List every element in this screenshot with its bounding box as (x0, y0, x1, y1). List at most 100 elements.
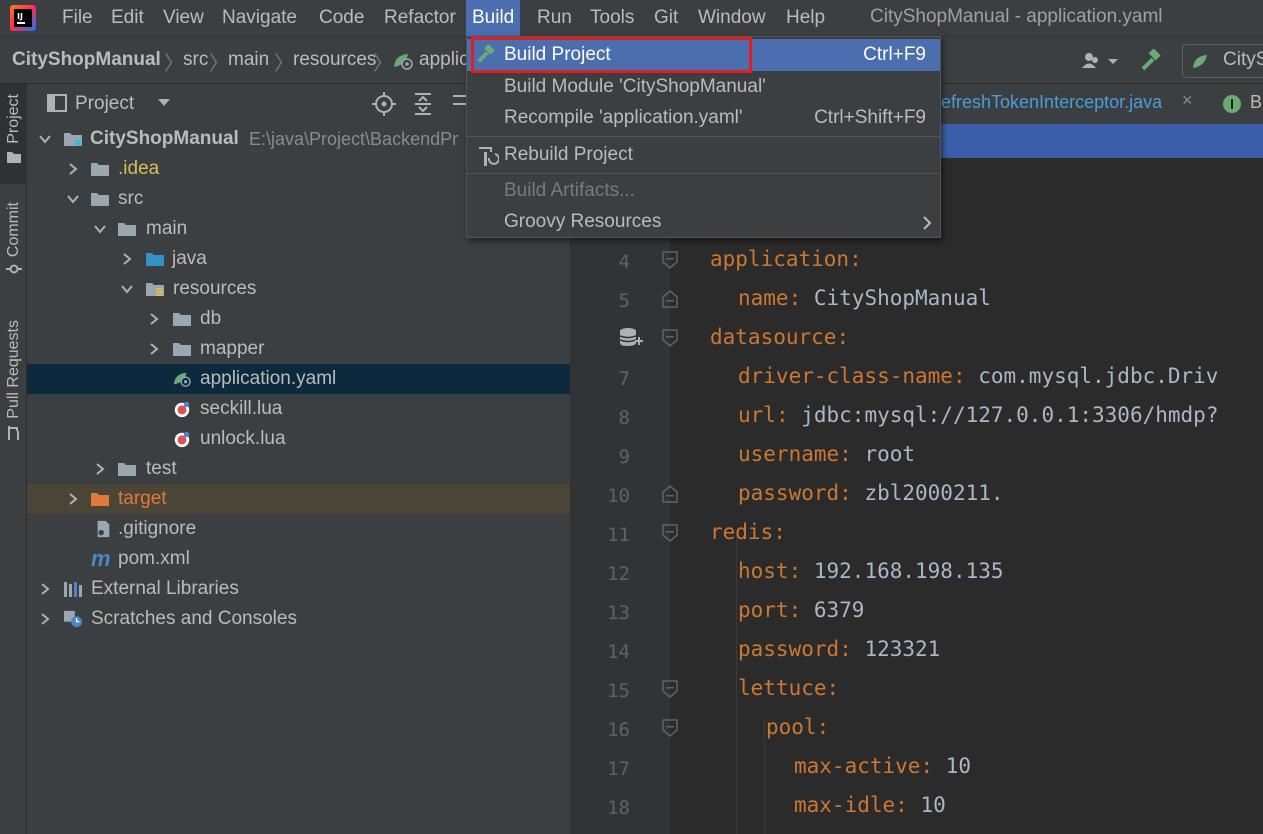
project-panel-title[interactable]: Project (75, 93, 134, 115)
menu-item-recompile[interactable]: Recompile 'application.yaml' Ctrl+Shift+… (467, 102, 940, 134)
menu-item-build-artifacts[interactable]: Build Artifacts... (467, 175, 940, 207)
line-number: 14 (607, 641, 630, 663)
chevron-right-icon[interactable] (67, 163, 79, 175)
menu-help[interactable]: Help (780, 0, 831, 36)
code-line[interactable]: password: zbl2000211. (738, 481, 1004, 505)
menu-item-rebuild-project[interactable]: Rebuild Project (467, 139, 940, 171)
menu-view[interactable]: View (157, 0, 210, 36)
tree-item-db[interactable]: db (27, 304, 570, 334)
code-line[interactable]: port: 6379 (738, 598, 864, 622)
code-line[interactable]: application: (710, 247, 862, 271)
tree-item-resources[interactable]: resources (27, 274, 570, 304)
code-line[interactable]: host: 192.168.198.135 (738, 559, 1004, 583)
tree-item-seckill-lua[interactable]: seckill.lua (27, 394, 570, 424)
menu-build[interactable]: Build (466, 0, 521, 36)
breadcrumb-main[interactable]: main (228, 49, 269, 71)
chevron-down-icon[interactable] (39, 133, 51, 145)
menu-item-shortcut: Ctrl+Shift+F9 (814, 107, 926, 128)
fold-marker-icon[interactable] (662, 251, 678, 269)
yaml-separator: : (775, 403, 802, 427)
maven-icon: m (91, 546, 111, 571)
tree-item-label: .gitignore (118, 518, 197, 539)
code-line[interactable]: driver-class-name: com.mysql.jdbc.Driv (738, 364, 1218, 388)
menu-run[interactable]: Run (531, 0, 578, 36)
yaml-key: max-idle (794, 793, 896, 817)
tree-item-mapper[interactable]: mapper (27, 334, 570, 364)
close-icon[interactable]: × (1182, 90, 1193, 111)
yaml-separator: : (826, 676, 840, 700)
code-line[interactable]: name: CityShopManual (738, 286, 991, 310)
tree-item-pom-xml[interactable]: m pom.xml (27, 544, 570, 574)
code-line[interactable]: redis: (710, 520, 786, 544)
tool-tab-commit[interactable]: Commit (0, 202, 27, 302)
menu-item-build-module[interactable]: Build Module 'CityShopManual' (467, 71, 940, 103)
breadcrumb-src[interactable]: src (183, 49, 208, 71)
chevron-right-icon[interactable] (67, 493, 79, 505)
chevron-right-icon[interactable] (148, 313, 160, 325)
yaml-key: port (738, 598, 789, 622)
code-line[interactable]: lettuce: (738, 676, 839, 700)
code-line[interactable]: username: root (738, 442, 915, 466)
editor-tab-overflow[interactable]: B (1250, 92, 1262, 113)
tree-item-gitignore[interactable]: .gitignore (27, 514, 570, 544)
menu-edit[interactable]: Edit (105, 0, 150, 36)
code-line[interactable]: datasource: (710, 325, 849, 349)
locate-file-icon[interactable] (372, 92, 396, 116)
expand-all-icon[interactable] (413, 92, 433, 116)
tool-tab-project[interactable]: Project (0, 84, 27, 184)
build-hammer-icon[interactable] (1138, 49, 1164, 73)
chevron-right-icon[interactable] (148, 343, 160, 355)
yaml-key: password (738, 481, 840, 505)
chevron-right-icon[interactable] (121, 253, 133, 265)
menu-refactor[interactable]: Refactor (378, 0, 462, 36)
breadcrumb-resources[interactable]: resources (293, 49, 376, 71)
code-line[interactable]: password: 123321 (738, 637, 940, 661)
tree-item-scratches[interactable]: Scratches and Consoles (27, 604, 570, 634)
yaml-key: pool (766, 715, 817, 739)
tree-item-external-libraries[interactable]: External Libraries (27, 574, 570, 604)
tree-item-target[interactable]: target (27, 484, 570, 514)
chevron-down-icon[interactable] (67, 193, 79, 205)
yaml-value: CityShopManual (813, 286, 991, 310)
chevron-down-icon[interactable] (94, 223, 106, 235)
chevron-down-icon[interactable] (121, 283, 133, 295)
fold-marker-icon[interactable] (662, 485, 678, 503)
lua-file-icon (174, 431, 190, 448)
breadcrumb-project[interactable]: CityShopManual (12, 49, 161, 71)
menu-item-groovy-resources[interactable]: Groovy Resources (467, 206, 940, 238)
datasource-icon[interactable] (618, 326, 644, 350)
fold-marker-icon[interactable] (662, 524, 678, 542)
fold-marker-icon[interactable] (662, 680, 678, 698)
chevron-right-icon[interactable] (39, 583, 51, 595)
editor-tab-refresh-token-interceptor[interactable]: efreshTokenInterceptor.java (941, 92, 1162, 113)
menu-navigate[interactable]: Navigate (216, 0, 303, 36)
chevron-down-icon[interactable] (157, 98, 171, 108)
yaml-separator: : (773, 520, 786, 544)
code-line[interactable]: max-idle: 10 (794, 793, 946, 817)
run-configuration-selector[interactable]: CitySh (1182, 44, 1263, 78)
breadcrumb-file[interactable]: applic (419, 49, 469, 71)
project-view-icon (47, 94, 67, 112)
fold-marker-icon[interactable] (662, 290, 678, 308)
tree-item-unlock-lua[interactable]: unlock.lua (27, 424, 570, 454)
menu-code[interactable]: Code (313, 0, 370, 36)
menu-git[interactable]: Git (648, 0, 684, 36)
menu-window[interactable]: Window (692, 0, 772, 36)
tree-item-java[interactable]: java (27, 244, 570, 274)
tool-tab-pull-requests[interactable]: Pull Requests (0, 320, 27, 450)
code-line[interactable]: url: jdbc:mysql://127.0.0.1:3306/hmdp? (738, 403, 1218, 427)
fold-marker-icon[interactable] (662, 329, 678, 347)
yaml-separator: : (788, 598, 814, 622)
chevron-right-icon[interactable] (94, 463, 106, 475)
fold-marker-icon[interactable] (662, 719, 678, 737)
tree-item-application-yaml[interactable]: application.yaml (27, 364, 570, 394)
code-line[interactable]: max-active: 10 (794, 754, 971, 778)
user-dropdown-icon[interactable] (1080, 51, 1120, 71)
tree-item-test[interactable]: test (27, 454, 570, 484)
menu-item-label: Recompile 'application.yaml' (504, 107, 743, 128)
menu-file[interactable]: File (56, 0, 99, 36)
tree-item-label: unlock.lua (200, 428, 286, 449)
menu-tools[interactable]: Tools (584, 0, 640, 36)
chevron-right-icon[interactable] (39, 613, 51, 625)
code-line[interactable]: pool: (766, 715, 829, 739)
